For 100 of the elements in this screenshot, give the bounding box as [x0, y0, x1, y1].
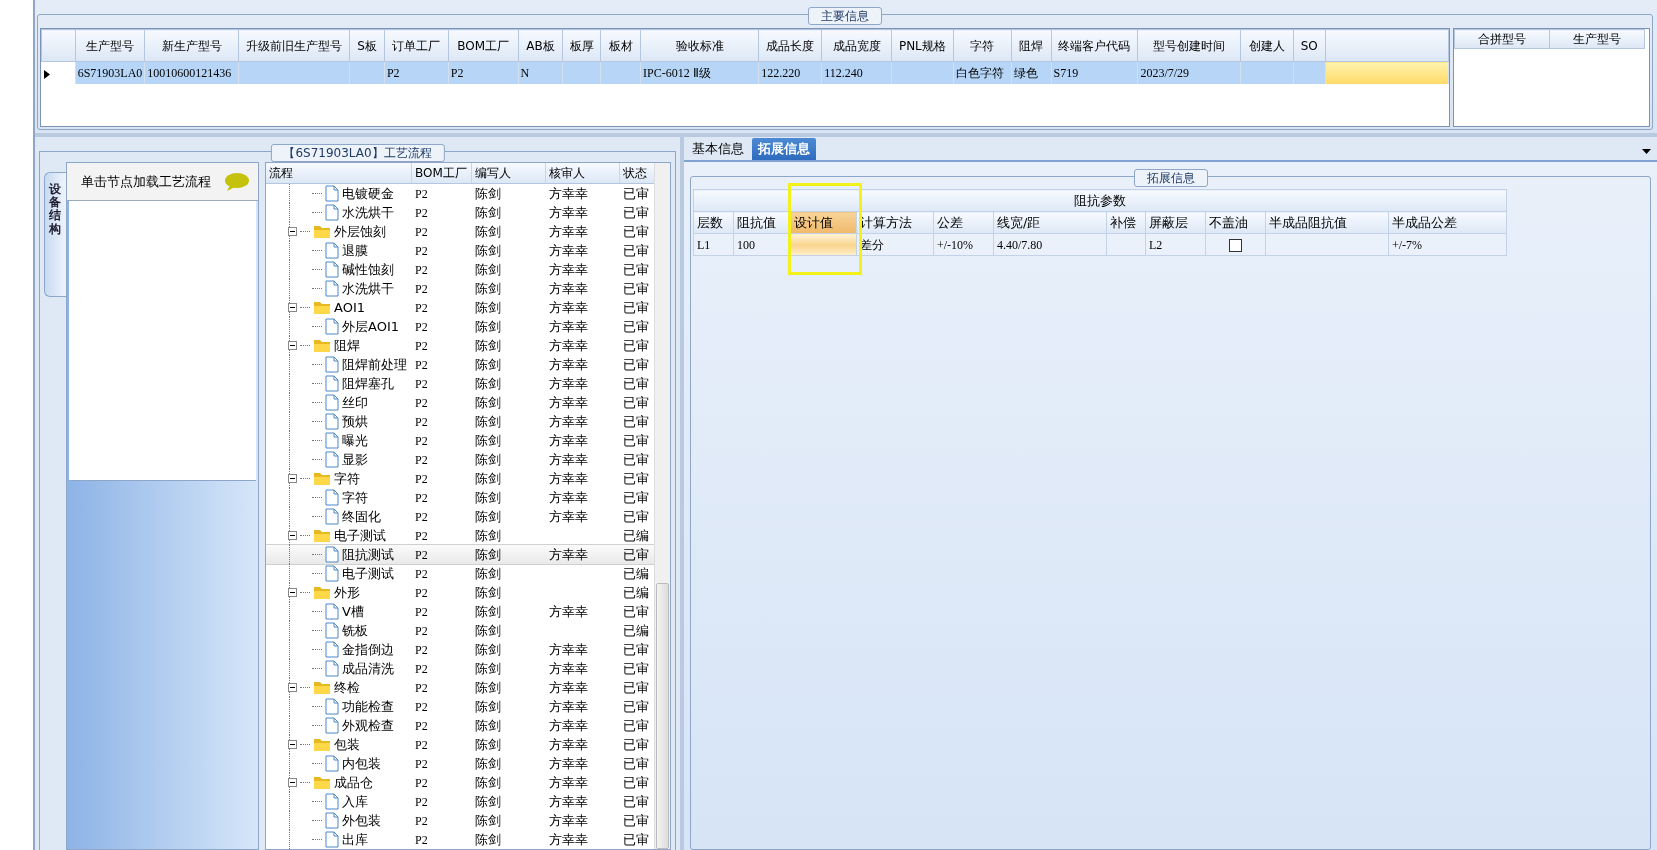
collapse-icon[interactable]: [288, 588, 297, 597]
column-header[interactable]: 编写人: [472, 163, 546, 183]
tree-row[interactable]: 阻焊前处理 P2 陈剑 方幸幸 已审: [266, 355, 654, 374]
column-header[interactable]: 创建人: [1240, 29, 1294, 62]
tree-row[interactable]: 丝印 P2 陈剑 方幸幸 已审: [266, 393, 654, 412]
column-header[interactable]: 成品宽度: [821, 29, 892, 62]
collapse-icon[interactable]: [288, 531, 297, 540]
column-header[interactable]: 阻焊: [1011, 29, 1052, 62]
tree-row[interactable]: 外观检查 P2 陈剑 方幸幸 已审: [266, 716, 654, 735]
side-tab[interactable]: 设备结构: [44, 172, 66, 297]
tree-row[interactable]: 内包装 P2 陈剑 方幸幸 已审: [266, 754, 654, 773]
column-header[interactable]: 终端客户代码: [1051, 29, 1138, 62]
column-header[interactable]: 升级前旧生产型号: [238, 29, 350, 62]
tree-row[interactable]: 成品仓 P2 陈剑 方幸幸 已审: [266, 773, 654, 792]
column-header[interactable]: 层数: [693, 211, 734, 234]
column-header[interactable]: BOM工厂: [412, 163, 472, 183]
column-header[interactable]: 核审人: [546, 163, 620, 183]
tab[interactable]: 基本信息: [686, 138, 750, 160]
column-header[interactable]: 订单工厂: [384, 29, 449, 62]
tree-row[interactable]: 水洗烘干 P2 陈剑 方幸幸 已审: [266, 203, 654, 222]
scrollbar[interactable]: [654, 163, 670, 849]
tree-node-label[interactable]: 碱性蚀刻: [342, 260, 394, 279]
tree-row[interactable]: 外形 P2 陈剑 已编: [266, 583, 654, 602]
tree-row[interactable]: 预烘 P2 陈剑 方幸幸 已审: [266, 412, 654, 431]
column-header[interactable]: 新生产型号: [144, 29, 239, 62]
tree-node-label[interactable]: 水洗烘干: [342, 203, 394, 222]
tree-node-label[interactable]: V槽: [342, 602, 364, 621]
tree-row[interactable]: 铣板 P2 陈剑 已编: [266, 621, 654, 640]
tree-row[interactable]: 曝光 P2 陈剑 方幸幸 已审: [266, 431, 654, 450]
tree-row[interactable]: 碱性蚀刻 P2 陈剑 方幸幸 已审: [266, 260, 654, 279]
tree-node-label[interactable]: 电子测试: [334, 526, 386, 545]
tree-node-label[interactable]: 包装: [334, 735, 360, 754]
dropdown-arrow-icon[interactable]: [1642, 149, 1651, 154]
tree-row[interactable]: 外层蚀刻 P2 陈剑 方幸幸 已审: [266, 222, 654, 241]
tree-node-label[interactable]: 退膜: [342, 241, 368, 260]
collapse-icon[interactable]: [288, 778, 297, 787]
column-header[interactable]: 板厚: [562, 29, 601, 62]
column-header[interactable]: 型号创建时间: [1137, 29, 1241, 62]
tree-row[interactable]: 功能检查 P2 陈剑 方幸幸 已审: [266, 697, 654, 716]
tree-row[interactable]: 终检 P2 陈剑 方幸幸 已审: [266, 678, 654, 697]
tree-row[interactable]: 字符 P2 陈剑 方幸幸 已审: [266, 469, 654, 488]
tree-node-label[interactable]: AOI1: [334, 298, 365, 317]
tree-node-label[interactable]: 字符: [334, 469, 360, 488]
tree-row[interactable]: 阻焊 P2 陈剑 方幸幸 已审: [266, 336, 654, 355]
column-header[interactable]: PNL规格: [891, 29, 954, 62]
column-header[interactable]: 合拼型号: [1454, 29, 1550, 49]
tree-node-label[interactable]: 阻焊: [334, 336, 360, 355]
column-header[interactable]: 字符: [953, 29, 1012, 62]
tree-row[interactable]: 退膜 P2 陈剑 方幸幸 已审: [266, 241, 654, 260]
column-header[interactable]: 成品长度: [758, 29, 822, 62]
collapse-icon[interactable]: [288, 303, 297, 312]
tree-node-label[interactable]: 阻抗测试: [342, 545, 394, 564]
tree-node-label[interactable]: 成品清洗: [342, 659, 394, 678]
tree-node-label[interactable]: 阻焊前处理: [342, 355, 407, 374]
tree-node-label[interactable]: 字符: [342, 488, 368, 507]
column-header[interactable]: 生产型号: [75, 29, 145, 62]
tree-node-label[interactable]: 出库: [342, 830, 368, 849]
tree-node-label[interactable]: 入库: [342, 792, 368, 811]
column-header[interactable]: 验收标准: [640, 29, 759, 62]
tree-row[interactable]: 电子测试 P2 陈剑 已编: [266, 564, 654, 583]
column-header[interactable]: AB板: [518, 29, 563, 62]
tree-node-label[interactable]: 预烘: [342, 412, 368, 431]
column-header[interactable]: 生产型号: [1549, 29, 1645, 49]
tree-node-label[interactable]: 曝光: [342, 431, 368, 450]
tree-row[interactable]: 电镀硬金 P2 陈剑 方幸幸 已审: [266, 184, 654, 203]
collapse-icon[interactable]: [288, 341, 297, 350]
tree-node-label[interactable]: 电镀硬金: [342, 184, 394, 203]
tree-node-label[interactable]: 显影: [342, 450, 368, 469]
tree-node-label[interactable]: 丝印: [342, 393, 368, 412]
collapse-icon[interactable]: [288, 740, 297, 749]
tree-node-label[interactable]: 外形: [334, 583, 360, 602]
column-header[interactable]: SO: [1293, 29, 1326, 62]
tree-node-label[interactable]: 终检: [334, 678, 360, 697]
tree-row[interactable]: 入库 P2 陈剑 方幸幸 已审: [266, 792, 654, 811]
tree-node-label[interactable]: 成品仓: [334, 773, 373, 792]
tree-node-label[interactable]: 铣板: [342, 621, 368, 640]
tree-row[interactable]: 包装 P2 陈剑 方幸幸 已审: [266, 735, 654, 754]
tree-row[interactable]: 字符 P2 陈剑 方幸幸 已审: [266, 488, 654, 507]
column-header[interactable]: 流程: [266, 163, 412, 183]
tree-node-label[interactable]: 功能检查: [342, 697, 394, 716]
tree-node-label[interactable]: 外层蚀刻: [334, 222, 386, 241]
tree-row[interactable]: 阻抗测试 P2 陈剑 方幸幸 已审: [266, 545, 654, 564]
tree-node-label[interactable]: 内包装: [342, 754, 381, 773]
tree-node-label[interactable]: 阻焊塞孔: [342, 374, 394, 393]
tree-row[interactable]: 外包装 P2 陈剑 方幸幸 已审: [266, 811, 654, 830]
tree-node-label[interactable]: 电子测试: [342, 564, 394, 583]
tree-node-label[interactable]: 金指倒边: [342, 640, 394, 659]
tree-node-label[interactable]: 外包装: [342, 811, 381, 830]
tree-row[interactable]: 外层AOI1 P2 陈剑 方幸幸 已审: [266, 317, 654, 336]
collapse-icon[interactable]: [288, 683, 297, 692]
checkbox[interactable]: [1229, 239, 1242, 253]
tree-row[interactable]: AOI1 P2 陈剑 方幸幸 已审: [266, 298, 654, 317]
tree-row[interactable]: 水洗烘干 P2 陈剑 方幸幸 已审: [266, 279, 654, 298]
collapse-icon[interactable]: [288, 227, 297, 236]
tree-node-label[interactable]: 终固化: [342, 507, 381, 526]
tree-row[interactable]: 金指倒边 P2 陈剑 方幸幸 已审: [266, 640, 654, 659]
tree-row[interactable]: 终固化 P2 陈剑 方幸幸 已审: [266, 507, 654, 526]
tree-row[interactable]: 出库 P2 陈剑 方幸幸 已审: [266, 830, 654, 849]
tree-row[interactable]: 阻焊塞孔 P2 陈剑 方幸幸 已审: [266, 374, 654, 393]
tab[interactable]: 拓展信息: [752, 138, 816, 160]
